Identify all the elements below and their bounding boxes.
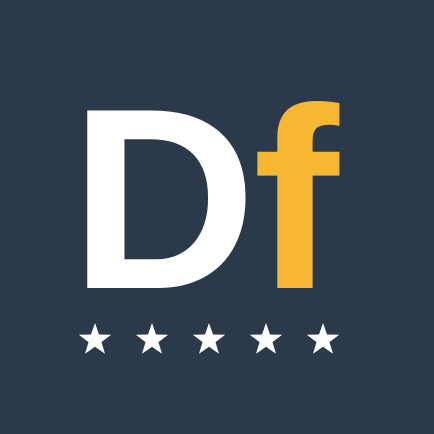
star-icon — [306, 323, 340, 354]
app-icon: D f — [0, 0, 434, 434]
star-icon — [192, 323, 226, 354]
star-icon — [249, 323, 283, 354]
star-rating — [78, 323, 340, 354]
star-icon — [135, 323, 169, 354]
star-icon — [78, 323, 112, 354]
